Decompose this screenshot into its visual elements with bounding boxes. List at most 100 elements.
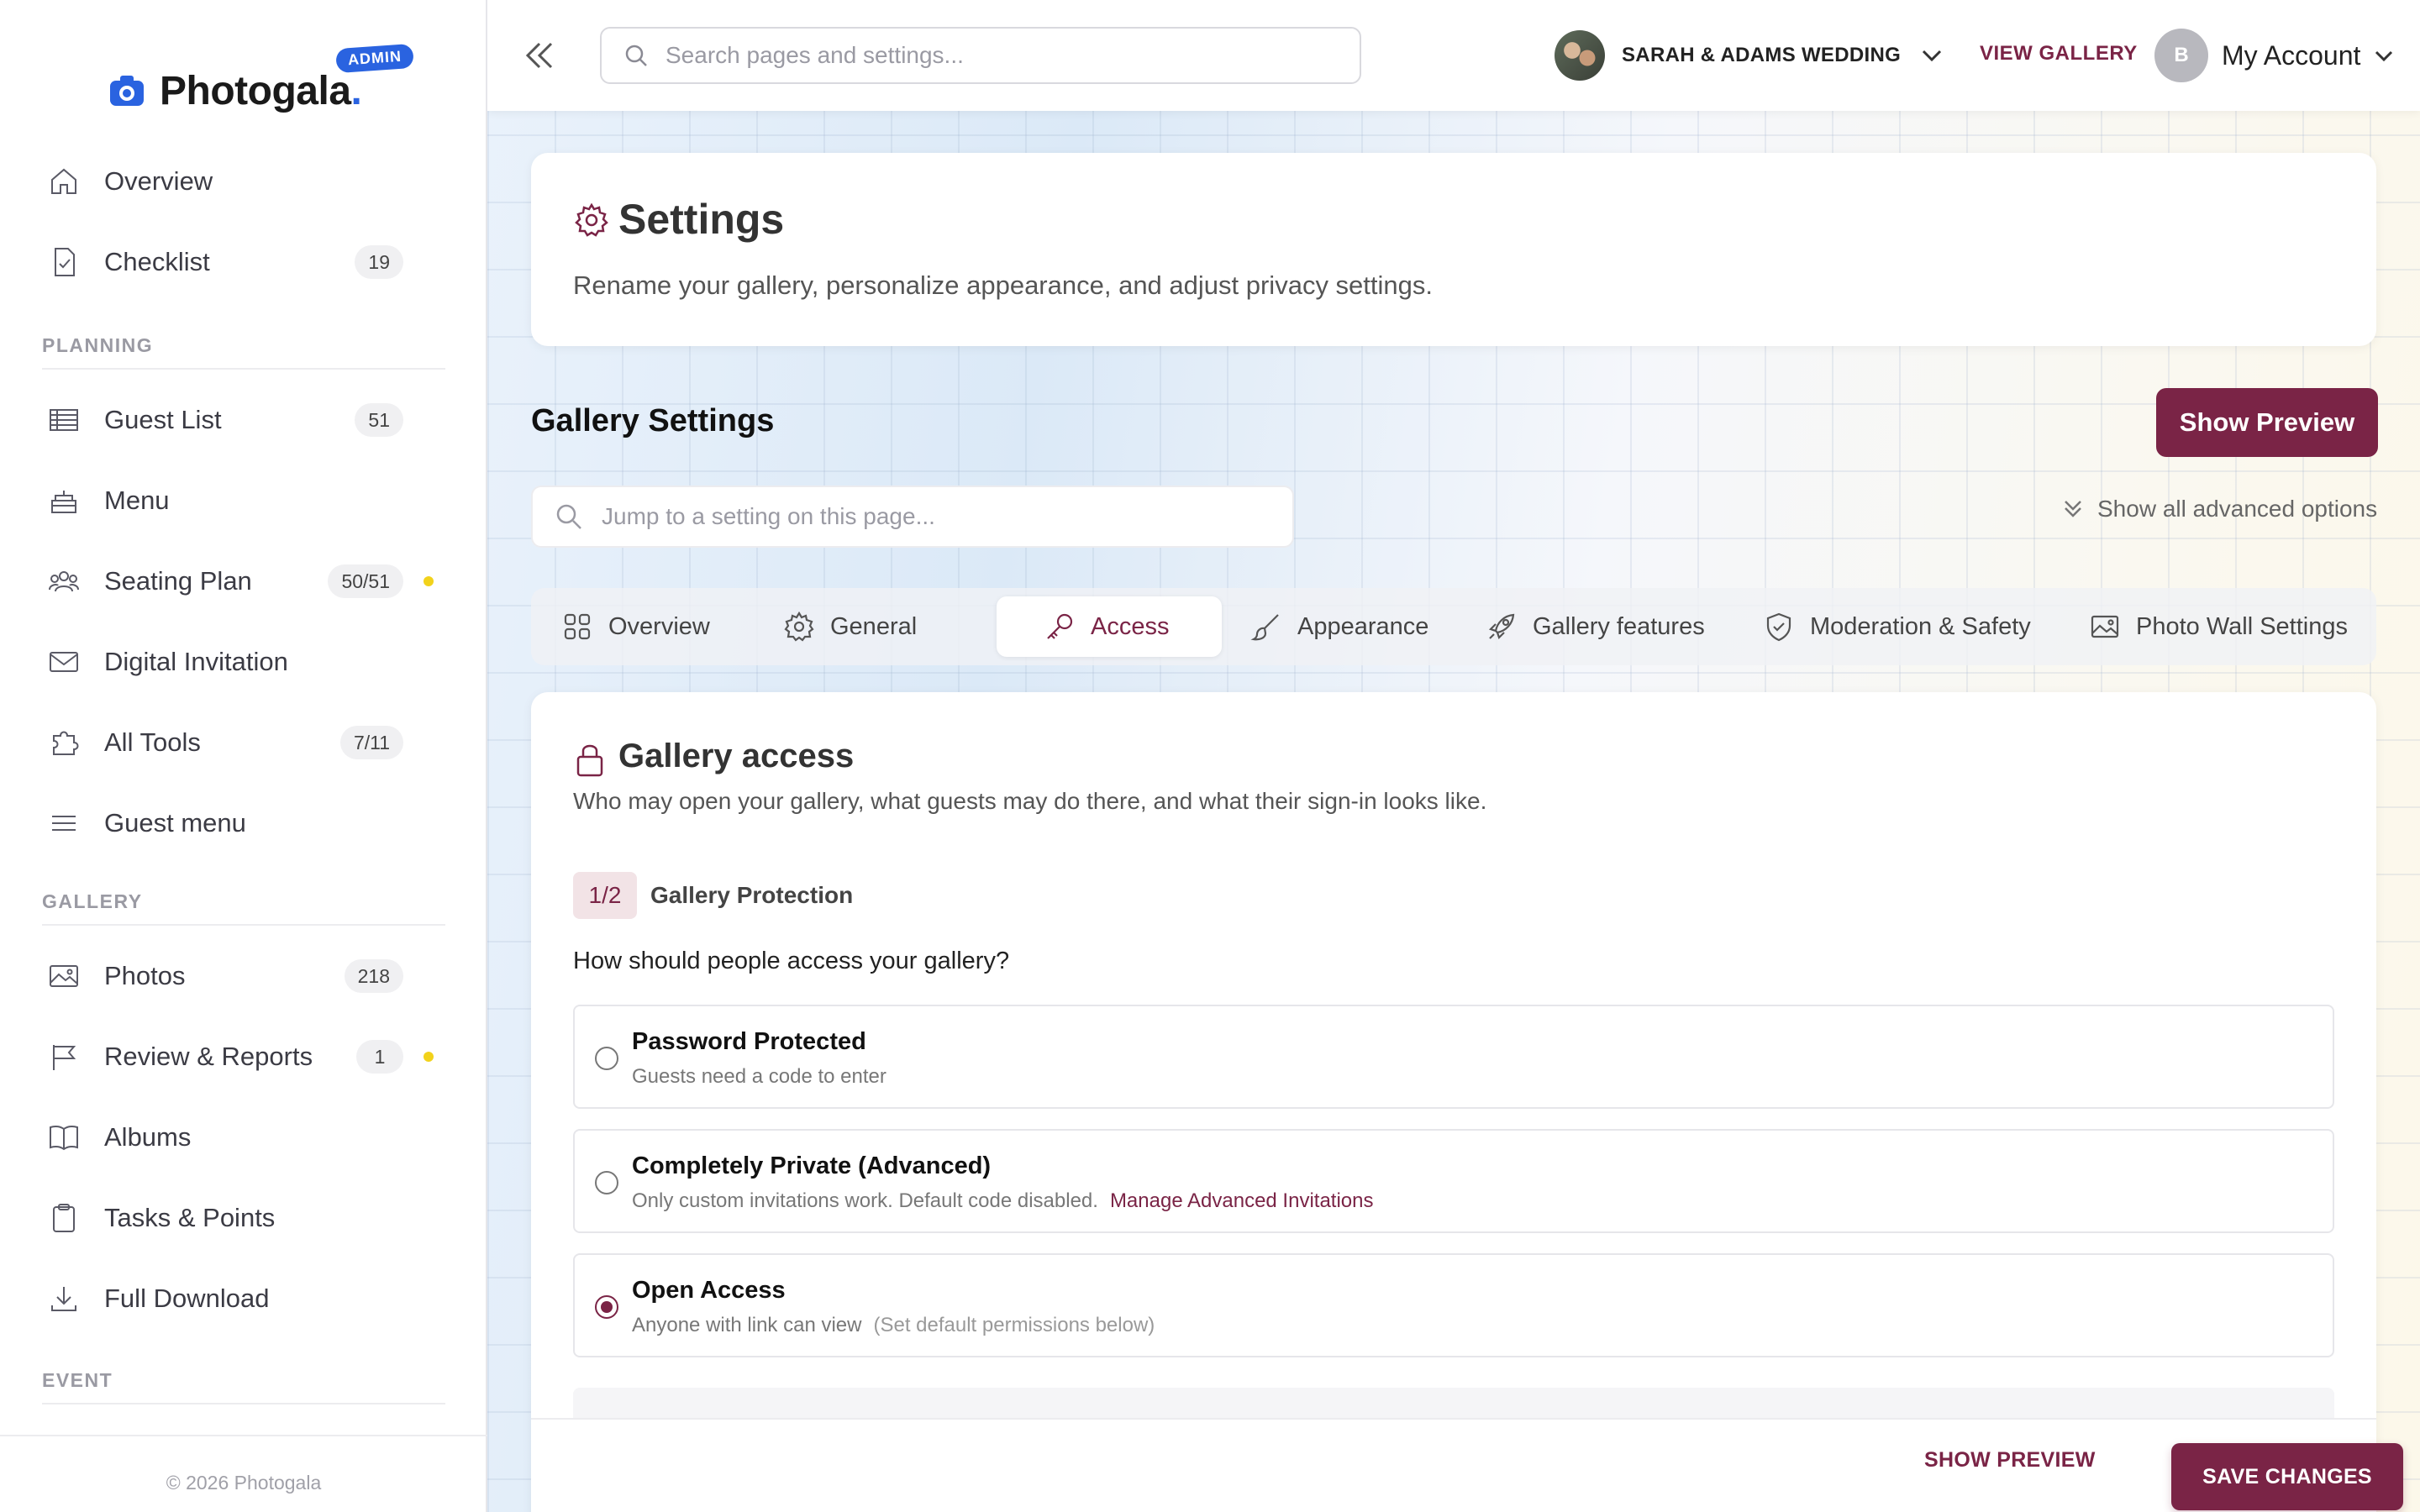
people-icon <box>47 564 81 598</box>
save-changes-button[interactable]: SAVE CHANGES <box>2171 1443 2403 1510</box>
radio-button[interactable] <box>595 1047 618 1070</box>
radio-button[interactable] <box>595 1171 618 1194</box>
option-completely-private[interactable]: Completely Private (Advanced) Only custo… <box>573 1129 2334 1233</box>
sidebar-item-digital-invitation[interactable]: Digital Invitation <box>42 632 445 692</box>
section-divider <box>42 1403 445 1404</box>
tab-label: General <box>830 612 918 640</box>
sidebar-item-guest-list[interactable]: Guest List 51 <box>42 390 445 450</box>
bottom-action-bar: SHOW PREVIEW SAVE CHANGES <box>531 1418 2403 1512</box>
sidebar-footer-divider <box>0 1435 487 1436</box>
clipboard-icon <box>47 1201 81 1235</box>
tab-gallery-features[interactable]: Gallery features <box>1486 596 1705 657</box>
sidebar-item-full-download[interactable]: Full Download <box>42 1268 445 1329</box>
view-gallery-link[interactable]: VIEW GALLERY <box>1980 42 2138 66</box>
show-preview-button[interactable]: Show Preview <box>2156 388 2378 457</box>
option-description: Anyone with link can view (Set default pe… <box>632 1314 1155 1336</box>
double-chevron-left-icon <box>525 42 553 69</box>
lock-icon <box>576 744 603 777</box>
chevron-down-icon <box>1923 50 1942 62</box>
menu-icon <box>47 806 81 840</box>
manage-advanced-invitations-link[interactable]: Manage Advanced Invitations <box>1110 1189 1374 1212</box>
tab-overview[interactable]: Overview <box>561 596 710 657</box>
sidebar-item-label: Tasks & Points <box>104 1203 276 1232</box>
global-search-input[interactable] <box>666 42 1338 69</box>
option-title: Open Access <box>632 1277 786 1304</box>
option-open-access[interactable]: Open Access Anyone with link can view (Se… <box>573 1253 2334 1357</box>
section-subtitle: Who may open your gallery, what guests m… <box>573 788 1487 814</box>
camera-icon <box>110 76 144 106</box>
rocket-icon <box>1488 613 1515 640</box>
tab-appearance[interactable]: Appearance <box>1250 596 1428 657</box>
gallery-access-card: Gallery access Who may open your gallery… <box>531 692 2376 1512</box>
option-title: Completely Private (Advanced) <box>632 1152 992 1179</box>
option-title: Password Protected <box>632 1028 866 1055</box>
sidebar-item-seating-plan[interactable]: Seating Plan 50/51 <box>42 551 445 612</box>
jump-to-setting-input[interactable] <box>602 503 1274 530</box>
gallery-settings-heading: Gallery Settings <box>531 403 775 438</box>
shield-icon <box>1766 612 1791 642</box>
collapse-sidebar-button[interactable] <box>519 35 560 76</box>
account-label: My Account <box>2222 39 2361 71</box>
key-icon <box>1047 613 1073 639</box>
gear-icon <box>784 611 814 642</box>
flag-icon <box>47 1040 81 1074</box>
settings-tabs: Overview General Access Appearance Galle… <box>531 588 2376 665</box>
advanced-options-label: Show all advanced options <box>2097 496 2378 522</box>
sidebar-item-label: Albums <box>104 1122 192 1152</box>
sidebar-item-tasks-points[interactable]: Tasks & Points <box>42 1188 445 1248</box>
table-icon <box>47 403 81 437</box>
sidebar-item-all-tools[interactable]: All Tools 7/11 <box>42 712 445 773</box>
tab-access[interactable]: Access <box>997 596 1222 657</box>
count-badge: 218 <box>344 959 403 993</box>
sidebar-item-label: Menu <box>104 486 170 515</box>
sidebar-item-label: Seating Plan <box>104 566 252 596</box>
count-badge: 19 <box>355 245 403 279</box>
sidebar-item-menu[interactable]: Menu <box>42 470 445 531</box>
step-badge: 1/2 <box>573 872 637 919</box>
brand-logo[interactable]: Photogala. <box>108 57 362 124</box>
tab-moderation-safety[interactable]: Moderation & Safety <box>1763 596 2031 657</box>
page-title: Settings <box>618 196 785 243</box>
admin-badge: ADMIN <box>335 43 414 74</box>
sidebar-item-label: Guest List <box>104 405 222 434</box>
account-menu[interactable]: B My Account <box>2154 29 2396 82</box>
count-badge: 51 <box>355 403 403 437</box>
sidebar-item-photos[interactable]: Photos 218 <box>42 946 445 1006</box>
download-icon <box>47 1282 81 1315</box>
checklist-icon <box>47 245 81 279</box>
global-search[interactable] <box>600 27 1361 84</box>
footer-show-preview-button[interactable]: SHOW PREVIEW <box>1924 1448 2096 1473</box>
sidebar: Photogala. ADMIN Overview Checklist 19 P… <box>0 0 487 1512</box>
option-hint: (Set default permissions below) <box>873 1314 1155 1336</box>
book-icon <box>47 1121 81 1154</box>
sidebar-item-guest-menu[interactable]: Guest menu <box>42 793 445 853</box>
brand-name: Photogala. <box>160 68 362 113</box>
status-dot <box>424 1052 434 1062</box>
show-advanced-options-toggle[interactable]: Show all advanced options <box>2060 496 2377 522</box>
jump-to-setting[interactable] <box>531 486 1294 548</box>
sidebar-item-label: Guest menu <box>104 808 246 837</box>
option-password-protected[interactable]: Password Protected Guests need a code to… <box>573 1005 2334 1109</box>
sidebar-item-label: Digital Invitation <box>104 647 288 676</box>
tab-label: Moderation & Safety <box>1810 612 2031 640</box>
image-icon <box>47 959 81 993</box>
status-dot <box>424 576 434 586</box>
top-bar: SARAH & ADAMS WEDDING VIEW GALLERY B My … <box>487 0 2420 111</box>
count-badge: 50/51 <box>328 564 403 598</box>
page-subtitle: Rename your gallery, personalize appeara… <box>573 270 1433 300</box>
event-avatar <box>1555 30 1605 81</box>
option-description: Guests need a code to enter <box>632 1065 886 1088</box>
sidebar-item-checklist[interactable]: Checklist 19 <box>42 232 445 292</box>
event-switcher[interactable]: SARAH & ADAMS WEDDING <box>1555 30 1944 81</box>
count-badge: 1 <box>356 1040 403 1074</box>
avatar: B <box>2154 29 2208 82</box>
tab-general[interactable]: General <box>783 596 917 657</box>
sidebar-item-overview[interactable]: Overview <box>42 151 445 212</box>
tab-label: Gallery features <box>1533 612 1705 640</box>
radio-button-selected[interactable] <box>595 1295 618 1319</box>
sidebar-item-review-reports[interactable]: Review & Reports 1 <box>42 1026 445 1087</box>
sidebar-item-label: All Tools <box>104 727 201 757</box>
sidebar-item-albums[interactable]: Albums <box>42 1107 445 1168</box>
tab-photo-wall-settings[interactable]: Photo Wall Settings <box>2089 596 2348 657</box>
section-title: Gallery access <box>618 738 855 774</box>
